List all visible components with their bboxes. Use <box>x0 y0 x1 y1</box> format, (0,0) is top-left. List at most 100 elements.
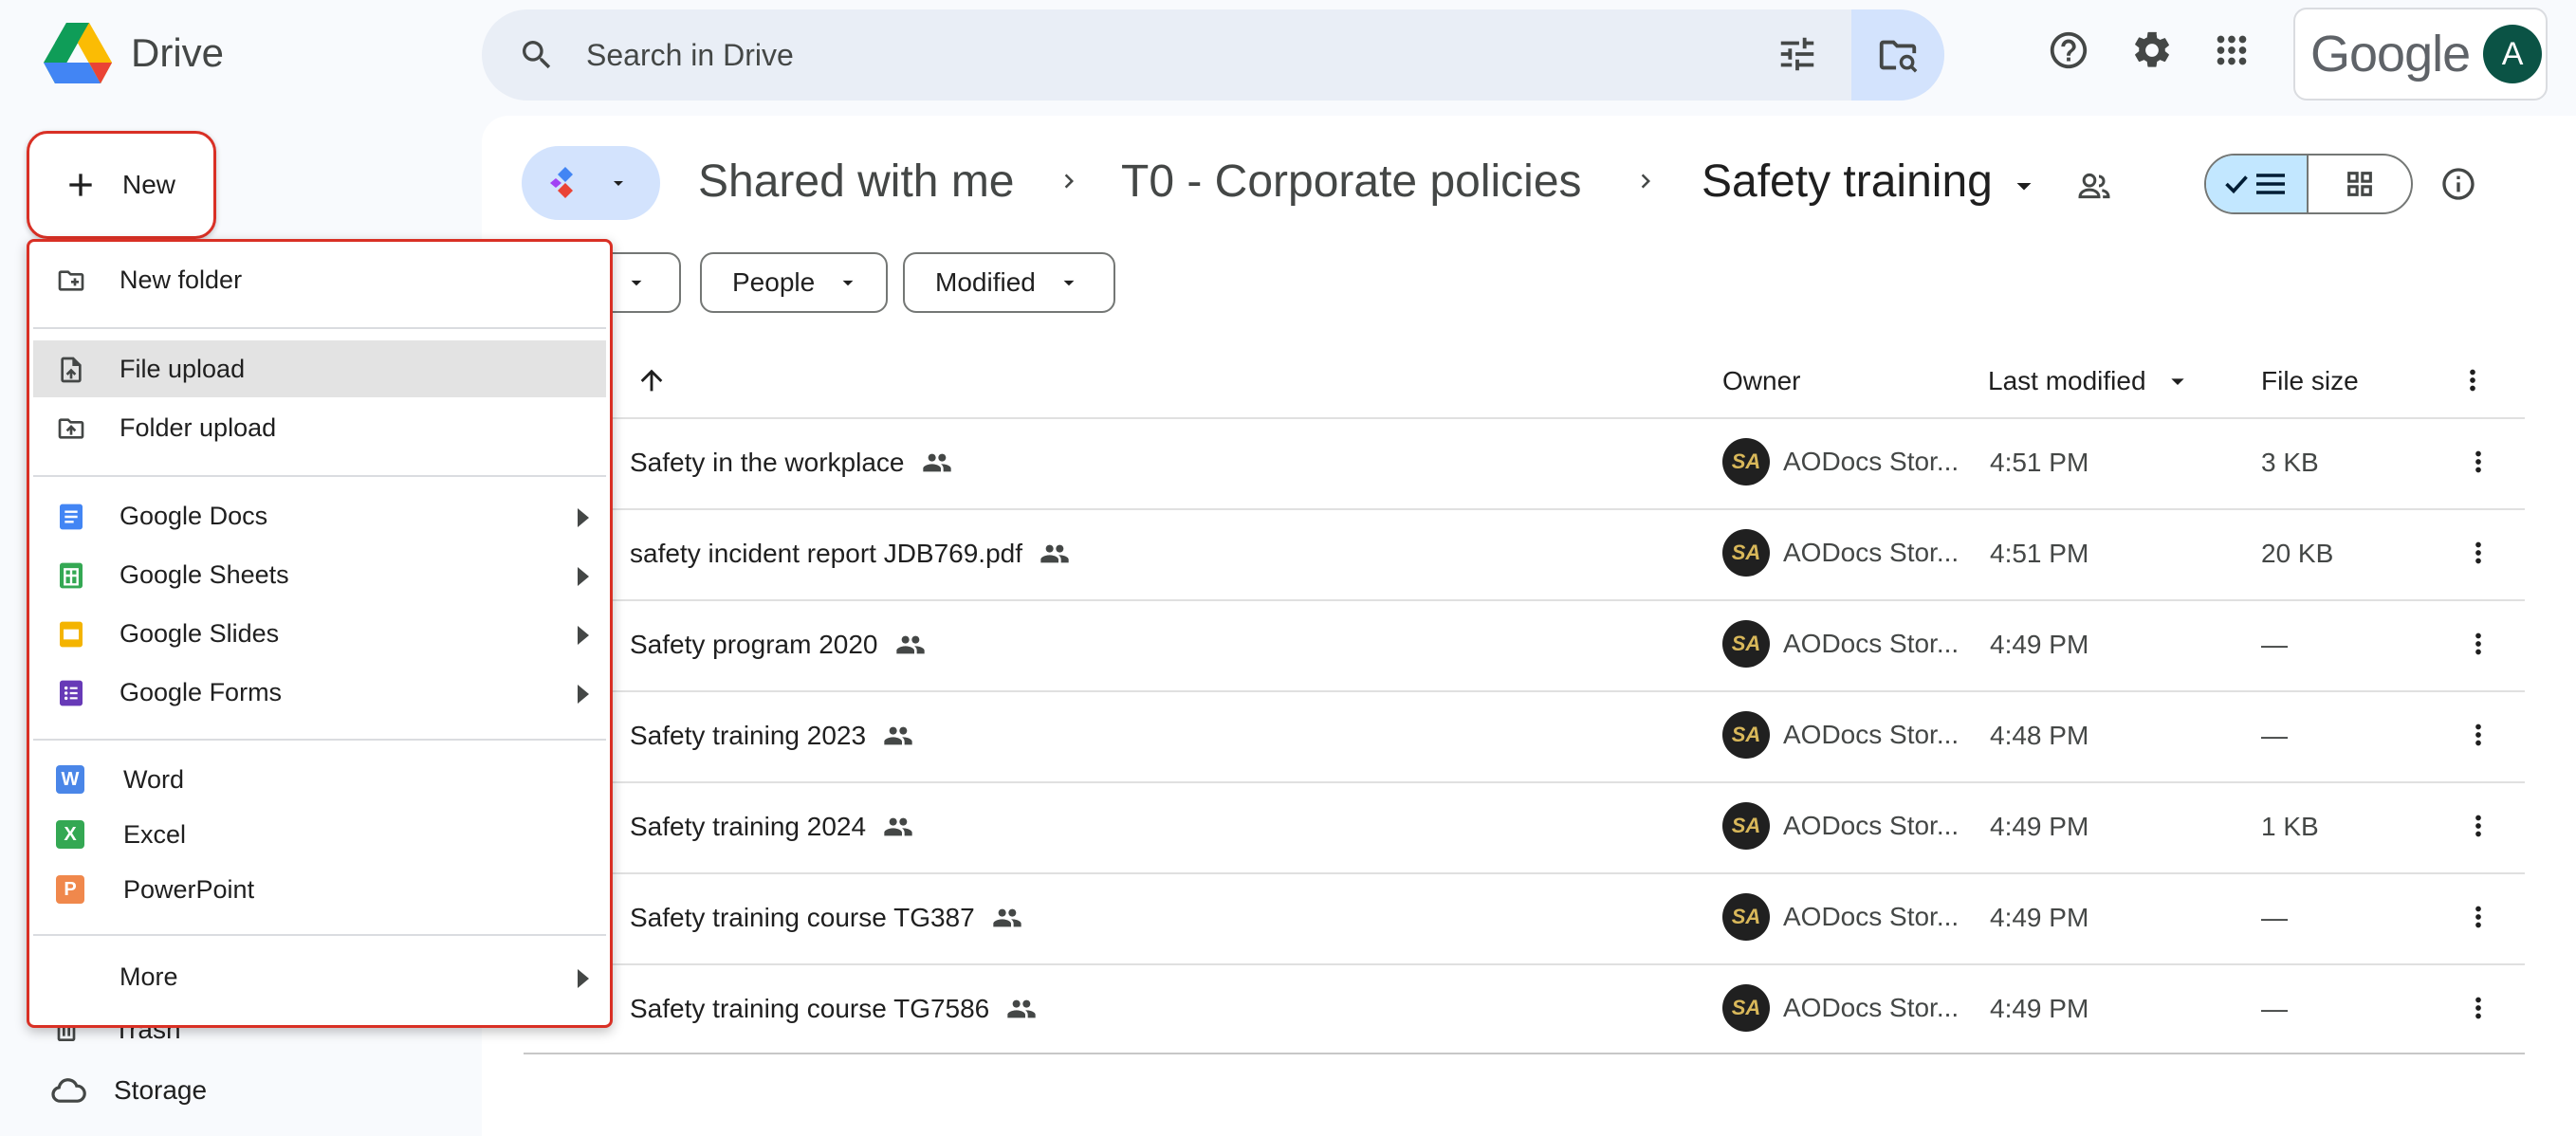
sidebar-item-label: Storage <box>114 1075 208 1105</box>
search-icon[interactable] <box>518 36 556 74</box>
row-more-actions[interactable] <box>2462 446 2494 478</box>
row-more-actions[interactable] <box>2462 628 2494 660</box>
more-vert-icon[interactable] <box>2462 446 2494 478</box>
table-row[interactable]: Safety training course TG387 SA AODocs Sto… <box>524 872 2525 963</box>
menu-item-google-sheets[interactable]: Google Sheets <box>33 546 606 603</box>
people-filter-chip[interactable]: People <box>700 252 888 313</box>
row-more-actions[interactable] <box>2462 719 2494 751</box>
folder-search-icon <box>1879 40 1918 73</box>
modified-filter-chip[interactable]: Modified <box>903 252 1115 313</box>
excel-icon: X <box>56 820 84 849</box>
table-row[interactable]: Safety training 2023 SA AODocs Stor... 4:48… <box>524 690 2525 781</box>
search-bar[interactable] <box>482 9 1944 101</box>
row-more-actions[interactable] <box>2462 810 2494 842</box>
page-title[interactable]: Safety training <box>1702 156 1993 208</box>
sidebar-item-storage[interactable]: Storage <box>49 1075 207 1106</box>
table-row[interactable]: Safety training course TG7586 SA AODocs St… <box>524 963 2525 1054</box>
list-view-button[interactable] <box>2206 156 2309 212</box>
breadcrumb-corporate-policies[interactable]: T0 - Corporate policies <box>1121 156 1582 208</box>
menu-item-label: File upload <box>120 354 246 383</box>
table-row[interactable]: Safety program 2020 SA AODocs Stor... 4:49 … <box>524 599 2525 690</box>
app-name: Drive <box>131 30 225 75</box>
google-forms-icon <box>60 680 83 706</box>
menu-item-file-upload[interactable]: File upload <box>33 340 606 397</box>
file-name-cell[interactable]: Safety training 2023 <box>630 721 913 751</box>
table-row[interactable]: Safety in the workplace SA AODocs Stor... 4… <box>524 417 2525 508</box>
menu-item-excel[interactable]: X Excel <box>33 806 606 863</box>
account-switcher[interactable]: Google A <box>2293 8 2548 101</box>
submenu-arrow-icon <box>578 626 589 645</box>
row-more-actions[interactable] <box>2462 901 2494 933</box>
menu-divider <box>33 739 606 741</box>
grid-icon <box>2347 172 2372 196</box>
more-vert-icon[interactable] <box>2462 537 2494 569</box>
more-vert-icon[interactable] <box>2456 364 2489 396</box>
file-name: safety incident report JDB769.pdf <box>630 539 1023 568</box>
more-vert-icon[interactable] <box>2462 719 2494 751</box>
table-row[interactable]: Safety training 2024 SA AODocs Stor... 4:49… <box>524 781 2525 872</box>
owner-avatar: SA <box>1722 529 1770 577</box>
file-name-cell[interactable]: safety incident report JDB769.pdf <box>630 539 1070 569</box>
menu-item-word[interactable]: W Word <box>33 751 606 808</box>
search-input[interactable] <box>586 37 1724 73</box>
chevron-down-icon[interactable] <box>2007 169 2041 203</box>
column-header-last-modified[interactable]: Last modified <box>1988 366 2146 396</box>
shared-people-icon[interactable] <box>2075 167 2113 205</box>
settings-gear-icon[interactable] <box>2130 28 2174 72</box>
shared-people-icon <box>1040 544 1069 563</box>
file-name-cell[interactable]: Safety training course TG387 <box>630 903 1022 933</box>
menu-item-powerpoint[interactable]: P PowerPoint <box>33 861 606 918</box>
new-menu: New folder File upload Folder upload Goo… <box>27 239 613 1028</box>
table-row[interactable]: safety incident report JDB769.pdf SA AODoc… <box>524 508 2525 599</box>
owner-name: AODocs Stor... <box>1783 447 1960 476</box>
submenu-arrow-icon <box>578 567 589 586</box>
owner-name: AODocs Stor... <box>1783 629 1960 658</box>
advanced-search-button[interactable] <box>1851 9 1944 101</box>
grid-view-button[interactable] <box>2309 156 2411 212</box>
column-header-file-size[interactable]: File size <box>2261 366 2359 396</box>
menu-item-folder-upload[interactable]: Folder upload <box>33 399 606 456</box>
menu-item-google-slides[interactable]: Google Slides <box>33 605 606 662</box>
drive-switcher-button[interactable] <box>522 146 660 220</box>
more-vert-icon[interactable] <box>2462 810 2494 842</box>
menu-item-google-docs[interactable]: Google Docs <box>33 487 606 544</box>
owner-avatar: SA <box>1722 711 1770 759</box>
cloud-icon <box>51 1078 86 1103</box>
check-list-icon <box>2225 174 2285 194</box>
menu-item-label: Google Sheets <box>120 559 289 589</box>
google-slides-icon <box>60 621 83 648</box>
menu-item-new-folder[interactable]: New folder <box>33 251 606 308</box>
file-upload-icon <box>61 357 82 383</box>
owner-avatar: SA <box>1722 984 1770 1032</box>
breadcrumb-shared-with-me[interactable]: Shared with me <box>698 156 1015 208</box>
plus-icon <box>69 174 92 196</box>
file-name-cell[interactable]: Safety program 2020 <box>630 630 926 660</box>
menu-item-more[interactable]: More <box>33 948 606 1005</box>
sort-arrow-up-icon[interactable] <box>635 364 668 396</box>
menu-item-google-forms[interactable]: Google Forms <box>33 664 606 721</box>
info-icon[interactable] <box>2439 165 2477 203</box>
more-vert-icon[interactable] <box>2462 628 2494 660</box>
help-icon[interactable] <box>2047 28 2090 72</box>
file-size-cell: — <box>2261 903 2288 932</box>
sort-desc-icon[interactable] <box>2162 366 2193 396</box>
apps-grid-icon[interactable] <box>2210 28 2254 72</box>
more-vert-icon[interactable] <box>2462 992 2494 1024</box>
file-name-cell[interactable]: Safety training 2024 <box>630 812 913 842</box>
menu-item-label: New folder <box>120 265 243 294</box>
file-name-cell[interactable]: Safety training course TG7586 <box>630 994 1037 1024</box>
owner-cell: SA AODocs Stor... <box>1722 529 1959 577</box>
new-button[interactable]: New <box>27 131 216 239</box>
more-vert-icon[interactable] <box>2462 901 2494 933</box>
search-options-icon[interactable] <box>1776 32 1819 76</box>
row-more-actions[interactable] <box>2462 537 2494 569</box>
owner-avatar: SA <box>1722 893 1770 941</box>
modified-filter-label: Modified <box>935 267 1036 297</box>
new-button-label: New <box>122 170 176 199</box>
row-more-actions[interactable] <box>2462 992 2494 1024</box>
owner-name: AODocs Stor... <box>1783 993 1960 1022</box>
avatar[interactable]: A <box>2483 25 2543 83</box>
file-name-cell[interactable]: Safety in the workplace <box>630 448 952 478</box>
drive-logo[interactable]: Drive <box>44 23 224 83</box>
column-header-owner[interactable]: Owner <box>1722 366 1800 396</box>
